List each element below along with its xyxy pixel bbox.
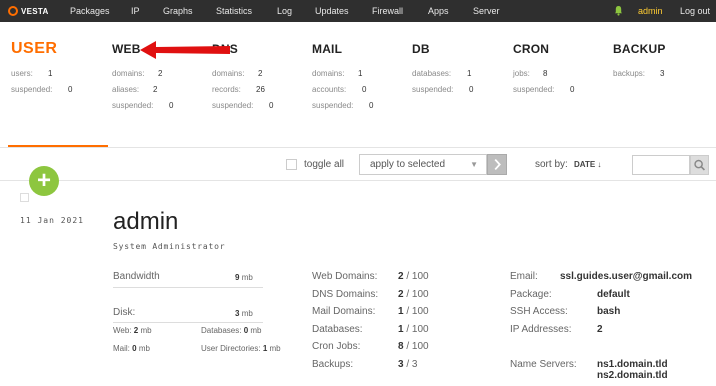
disk-web: Web: 2 mb [113, 326, 152, 335]
user-role: System Administrator [113, 242, 226, 251]
stats-column-mail[interactable]: MAIL domains: 1 accounts: 0 suspended: 0 [312, 42, 412, 114]
name-servers-label: Name Servers: [510, 359, 577, 370]
bulk-action-placeholder: apply to selected [370, 159, 446, 170]
toggle-all-label[interactable]: toggle all [304, 159, 344, 170]
stats-column-backup[interactable]: BACKUP backups: 3 [613, 42, 713, 82]
column-title-user[interactable]: USER [11, 40, 111, 58]
limit-backups: Backups: 3 / 3 [312, 359, 418, 370]
nav-item-server[interactable]: Server [473, 6, 500, 16]
stat-suspended: suspended: 0 [11, 85, 73, 94]
chevron-right-icon [494, 158, 501, 171]
limit-databases: Databases: 1 / 100 [312, 324, 429, 335]
chevron-down-icon: ▼ [470, 160, 478, 169]
toggle-all-checkbox[interactable] [286, 159, 297, 170]
limit-web-domains: Web Domains: 2 / 100 [312, 271, 429, 282]
row-checkbox[interactable] [20, 193, 29, 202]
name-server-1: ns1.domain.tld [597, 359, 668, 370]
disk-user-directories: User Directories: 1 mb [201, 344, 281, 353]
ssh-access-label: SSH Access: [510, 306, 568, 317]
disk-value: 3 mb [235, 309, 253, 318]
email-value: ssl.guides.user@gmail.com [560, 271, 693, 282]
column-title-backup[interactable]: BACKUP [613, 42, 713, 58]
bandwidth-label: Bandwidth [113, 271, 160, 282]
stats-column-user[interactable]: USER users: 1 suspended: 0 [11, 40, 111, 98]
name-server-2: ns2.domain.tld [597, 370, 668, 381]
nav-item-graphs[interactable]: Graphs [163, 6, 193, 16]
limit-dns-domains: DNS Domains: 2 / 100 [312, 289, 429, 300]
user-name[interactable]: admin [113, 208, 178, 236]
add-user-button[interactable]: + [29, 166, 59, 196]
bandwidth-bar [113, 287, 263, 288]
stat-domains: domains: 2 [112, 69, 163, 78]
sort-field-dropdown[interactable]: DATE ↓ [574, 160, 601, 169]
column-title-db[interactable]: DB [412, 42, 512, 58]
email-label: Email: [510, 271, 538, 282]
plus-icon: + [36, 167, 51, 194]
top-navigation-bar: VESTA Packages IP Graphs Statistics Log … [0, 0, 716, 22]
disk-mail: Mail: 0 mb [113, 344, 150, 353]
stat-users: users: 1 [11, 69, 53, 78]
nav-item-firewall[interactable]: Firewall [372, 6, 403, 16]
search-input[interactable] [632, 155, 690, 175]
stat-suspended: suspended: 0 [312, 101, 374, 110]
limit-cron-jobs: Cron Jobs: 8 / 100 [312, 341, 429, 352]
stat-domains: domains: 2 [212, 69, 263, 78]
nav-item-statistics[interactable]: Statistics [216, 6, 252, 16]
vesta-logo-icon [8, 6, 18, 16]
package-value: default [597, 289, 630, 300]
nav-item-updates[interactable]: Updates [315, 6, 349, 16]
notifications-bell-icon[interactable] [614, 5, 623, 16]
bandwidth-value: 9 mb [235, 273, 253, 282]
ip-addresses-label: IP Addresses: [510, 324, 572, 335]
stat-backups: backups: 3 [613, 69, 665, 78]
stat-domains: domains: 1 [312, 69, 363, 78]
stat-suspended: suspended: 0 [212, 101, 274, 110]
stat-jobs: jobs: 8 [513, 69, 548, 78]
nav-item-packages[interactable]: Packages [70, 6, 110, 16]
stat-suspended: suspended: 0 [112, 101, 174, 110]
disk-label: Disk: [113, 307, 136, 318]
nav-item-log[interactable]: Log [277, 6, 292, 16]
user-created-date: 11 Jan 2021 [20, 216, 84, 225]
logo-text: VESTA [21, 6, 49, 16]
logout-link[interactable]: Log out [680, 6, 710, 16]
search-button[interactable] [690, 155, 709, 175]
divider [0, 180, 716, 181]
nav-user-link[interactable]: admin [638, 6, 663, 16]
stat-accounts: accounts: 0 [312, 85, 367, 94]
sort-by-label: sort by: [535, 159, 568, 170]
package-label: Package: [510, 289, 552, 300]
bulk-action-select[interactable]: apply to selected ▼ [359, 154, 487, 175]
limit-mail-domains: Mail Domains: 1 / 100 [312, 306, 429, 317]
stat-suspended: suspended: 0 [412, 85, 474, 94]
stat-databases: databases: 1 [412, 69, 472, 78]
disk-bar [113, 322, 263, 323]
divider [0, 147, 716, 148]
stat-suspended: suspended: 0 [513, 85, 575, 94]
apply-go-button[interactable] [487, 154, 507, 175]
vesta-logo[interactable]: VESTA [8, 5, 49, 17]
nav-item-apps[interactable]: Apps [428, 6, 449, 16]
red-annotation-arrow-icon [140, 41, 230, 59]
stats-column-cron[interactable]: CRON jobs: 8 suspended: 0 [513, 42, 613, 98]
column-title-cron[interactable]: CRON [513, 42, 613, 58]
nav-item-ip[interactable]: IP [131, 6, 140, 16]
stat-records: records: 26 [212, 85, 265, 94]
disk-databases: Databases: 0 mb [201, 326, 262, 335]
stats-column-db[interactable]: DB databases: 1 suspended: 0 [412, 42, 512, 98]
search-icon [694, 159, 703, 169]
column-title-mail[interactable]: MAIL [312, 42, 412, 58]
stat-aliases: aliases: 2 [112, 85, 158, 94]
ssh-access-value: bash [597, 306, 621, 317]
ip-addresses-value: 2 [597, 324, 603, 335]
